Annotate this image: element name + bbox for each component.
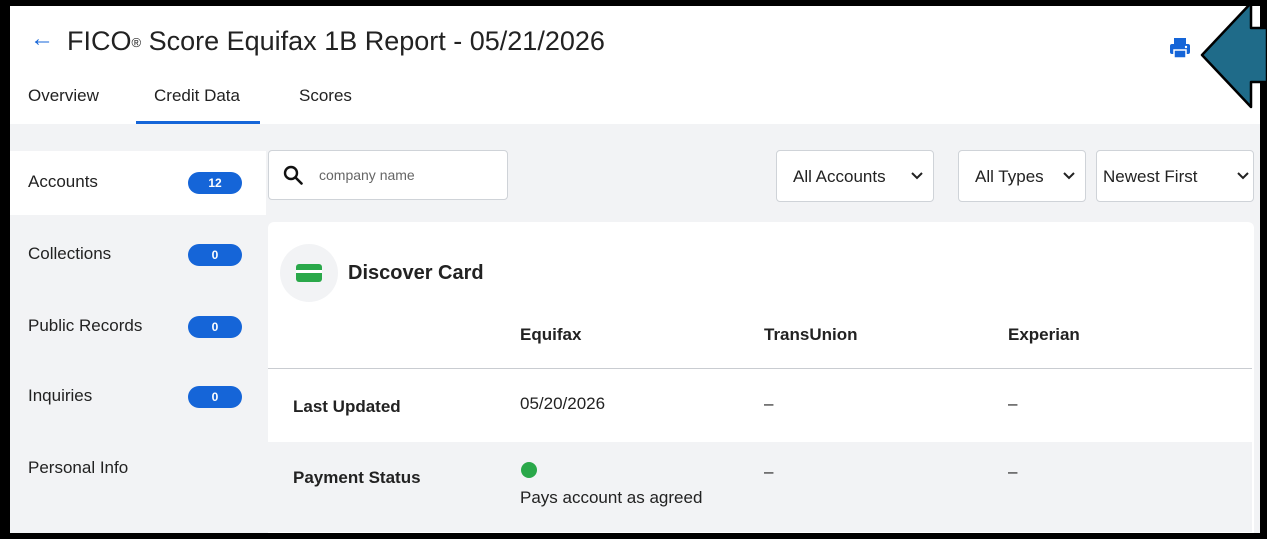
sidebar-item-inquiries[interactable]: Inquiries 0	[10, 365, 266, 429]
report-header: ← FICO® Score Equifax 1B Report - 05/21/…	[10, 6, 1260, 124]
bureau-header-experian: Experian	[1008, 325, 1080, 344]
count-badge: 12	[188, 172, 242, 194]
sidebar-item-collections[interactable]: Collections 0	[10, 223, 266, 287]
sort-select[interactable]: Newest First	[1096, 150, 1254, 202]
title-suffix: Score Equifax 1B Report - 05/21/2026	[141, 26, 605, 56]
chevron-down-icon	[1063, 172, 1075, 180]
cell-transunion-payment-status: –	[764, 462, 774, 481]
account-card: Discover Card Equifax TransUnion Experia…	[268, 222, 1254, 533]
registered-mark: ®	[131, 35, 142, 50]
tab-overview[interactable]: Overview	[28, 86, 99, 106]
sidebar-item-label: Personal Info	[28, 458, 129, 477]
count-badge: 0	[188, 316, 242, 338]
page-title: FICO® Score Equifax 1B Report - 05/21/20…	[67, 24, 605, 58]
search-icon	[283, 165, 303, 185]
search-input[interactable]	[319, 165, 499, 185]
card-icon-badge	[280, 244, 338, 302]
count-badge: 0	[188, 386, 242, 408]
content-area: Accounts 12 Collections 0 Public Records…	[10, 124, 1260, 533]
divider	[268, 368, 1252, 369]
title-prefix: FICO	[67, 26, 132, 56]
sidebar-item-label: Accounts	[28, 172, 98, 191]
types-filter-select[interactable]: All Types	[958, 150, 1086, 202]
tab-credit-data[interactable]: Credit Data	[136, 86, 260, 124]
status-ok-icon	[521, 462, 537, 478]
annotation-arrow-icon	[1200, 1, 1267, 109]
cell-transunion-last-updated: –	[764, 394, 774, 413]
count-badge: 0	[188, 244, 242, 266]
account-name: Discover Card	[348, 262, 484, 284]
row-label-payment-status: Payment Status	[293, 468, 421, 487]
select-value: Newest First	[1103, 167, 1198, 186]
cell-equifax-last-updated: 05/20/2026	[520, 394, 606, 413]
sidebar-item-accounts[interactable]: Accounts 12	[10, 151, 266, 215]
search-box	[268, 150, 508, 200]
tab-scores[interactable]: Scores	[299, 86, 352, 106]
print-icon[interactable]	[1168, 36, 1192, 60]
chevron-down-icon	[1237, 172, 1249, 180]
payment-status-row: Payment Status Pays account as agreed – …	[268, 442, 1252, 532]
cell-equifax-payment-status: Pays account as agreed	[520, 488, 703, 507]
select-value: All Types	[975, 167, 1044, 186]
sidebar-item-personal-info[interactable]: Personal Info	[10, 437, 266, 501]
cell-experian-payment-status: –	[1008, 462, 1018, 481]
sidebar-item-label: Public Records	[28, 316, 143, 335]
chevron-down-icon	[911, 172, 923, 180]
select-value: All Accounts	[793, 167, 886, 186]
back-arrow-icon[interactable]: ←	[30, 24, 54, 54]
bureau-header-transunion: TransUnion	[764, 325, 858, 344]
app-window: ← FICO® Score Equifax 1B Report - 05/21/…	[10, 6, 1260, 533]
sidebar-item-label: Collections	[28, 244, 112, 263]
sidebar-item-public-records[interactable]: Public Records 0	[10, 295, 266, 359]
row-label-last-updated: Last Updated	[293, 397, 401, 416]
credit-card-icon	[296, 264, 322, 282]
sidebar-item-label: Inquiries	[28, 386, 93, 405]
cell-experian-last-updated: –	[1008, 394, 1018, 413]
bureau-header-equifax: Equifax	[520, 325, 582, 344]
accounts-filter-select[interactable]: All Accounts	[776, 150, 934, 202]
